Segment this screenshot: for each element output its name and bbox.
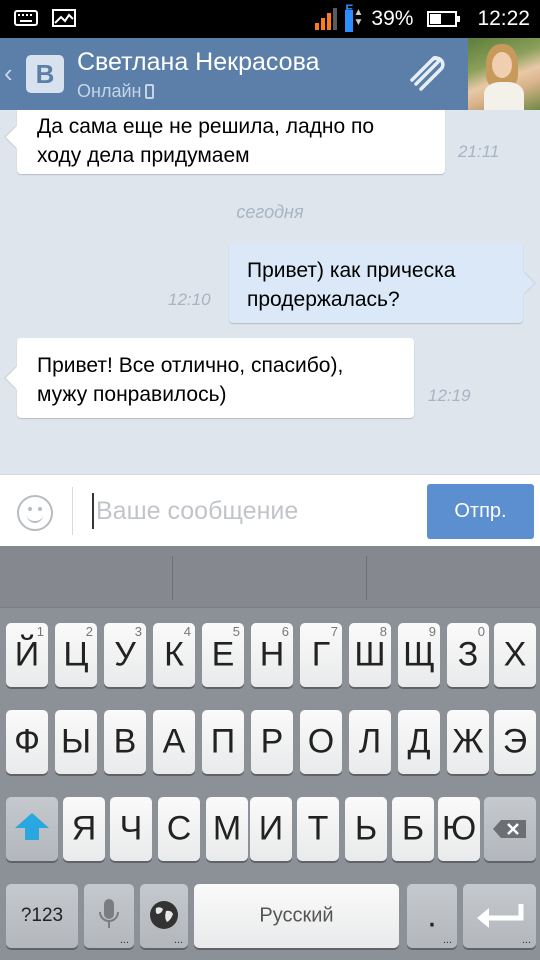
- message-text: ходу дела придумаем: [37, 144, 250, 167]
- suggestion-strip[interactable]: [0, 546, 540, 608]
- message-time: 12:19: [428, 386, 471, 405]
- vk-logo[interactable]: В: [26, 55, 64, 93]
- divider: [72, 487, 73, 535]
- enter-arrow-icon[interactable]: ...: [463, 884, 536, 948]
- message-bubble-outgoing[interactable]: Привет) как прическа продержалась?: [229, 243, 523, 323]
- key-5[interactable]: Е5: [202, 623, 244, 687]
- key-1[interactable]: Й1: [6, 623, 48, 687]
- key-20[interactable]: Д: [398, 710, 440, 774]
- key-29[interactable]: Ь: [345, 797, 387, 861]
- key-31[interactable]: Ю: [438, 797, 480, 861]
- send-button[interactable]: Отпр.: [427, 484, 534, 539]
- key-12[interactable]: Ф: [6, 710, 48, 774]
- battery-icon: [427, 11, 461, 27]
- key-9[interactable]: Щ9: [398, 623, 440, 687]
- contact-avatar[interactable]: [468, 38, 540, 112]
- contact-status: Онлайн: [77, 81, 155, 102]
- key-26[interactable]: М: [206, 797, 248, 861]
- globe-icon[interactable]: ...: [140, 884, 188, 948]
- key-21[interactable]: Ж: [447, 710, 489, 774]
- key-4[interactable]: К4: [153, 623, 195, 687]
- key-14[interactable]: В: [104, 710, 146, 774]
- key-17[interactable]: Р: [251, 710, 293, 774]
- period-key[interactable]: ....: [407, 884, 457, 948]
- key-28[interactable]: Т: [297, 797, 339, 861]
- symbols-key[interactable]: ?123: [6, 884, 78, 948]
- message-text: мужу понравилось): [37, 383, 227, 406]
- online-status: Онлайн: [77, 81, 142, 101]
- message-time: 12:10: [168, 290, 211, 309]
- shift-icon[interactable]: [6, 797, 58, 861]
- contact-name[interactable]: Светлана Некрасова: [77, 48, 319, 77]
- keyboard-notification-icon: [14, 10, 38, 26]
- message-list[interactable]: Да сама еще не решила, ладно по ходу дел…: [0, 110, 540, 474]
- key-25[interactable]: С: [158, 797, 200, 861]
- key-22[interactable]: Э: [494, 710, 536, 774]
- key-16[interactable]: П: [202, 710, 244, 774]
- key-27[interactable]: И: [250, 797, 292, 861]
- network-type-icon: E ▲ ▼: [345, 2, 363, 32]
- message-time: 21:11: [458, 142, 500, 161]
- battery-percent: 39%: [371, 7, 414, 30]
- date-separator: сегодня: [236, 202, 304, 222]
- microphone-icon[interactable]: ...: [84, 884, 134, 948]
- space-key[interactable]: Русский: [194, 884, 399, 948]
- smiley-icon[interactable]: [17, 495, 53, 531]
- key-7[interactable]: Г7: [300, 623, 342, 687]
- key-10[interactable]: З0: [447, 623, 489, 687]
- message-bubble-incoming[interactable]: Привет! Все отлично, спасибо), мужу понр…: [17, 338, 414, 418]
- message-text: Да сама еще не решила, ладно по: [37, 115, 375, 138]
- message-text: Привет) как прическа: [247, 259, 456, 282]
- key-18[interactable]: О: [300, 710, 342, 774]
- clock: 12:22: [477, 7, 530, 30]
- message-text: продержалась?: [247, 288, 400, 311]
- key-2[interactable]: Ц2: [55, 623, 97, 687]
- soft-keyboard: Й1 Ц2 У3 К4 Е5 Н6 Г7 Ш8 Щ9 З0 Х Ф Ы В А …: [0, 546, 540, 960]
- key-23[interactable]: Я: [63, 797, 105, 861]
- status-bar: E ▲ ▼ 39% 12:22: [0, 0, 540, 38]
- message-bubble-incoming[interactable]: Да сама еще не решила, ладно по ходу дел…: [17, 110, 445, 174]
- key-15[interactable]: А: [153, 710, 195, 774]
- mobile-phone-icon: [145, 84, 155, 99]
- key-3[interactable]: У3: [104, 623, 146, 687]
- key-30[interactable]: Б: [392, 797, 434, 861]
- gallery-notification-icon: [52, 9, 76, 27]
- message-input[interactable]: [92, 493, 412, 529]
- message-text: Привет! Все отлично, спасибо),: [37, 354, 344, 377]
- chevron-left-icon[interactable]: ‹: [4, 58, 13, 89]
- key-6[interactable]: Н6: [251, 623, 293, 687]
- message-composer: Отпр.: [0, 474, 540, 546]
- key-8[interactable]: Ш8: [349, 623, 391, 687]
- key-19[interactable]: Л: [349, 710, 391, 774]
- signal-bars-icon: [315, 8, 338, 30]
- backspace-icon[interactable]: [484, 797, 536, 861]
- paperclip-icon[interactable]: [402, 54, 450, 94]
- key-24[interactable]: Ч: [110, 797, 152, 861]
- chat-header: ‹ В Светлана Некрасова Онлайн: [0, 38, 540, 112]
- notification-icons: [14, 8, 76, 28]
- key-13[interactable]: Ы: [55, 710, 97, 774]
- key-11[interactable]: Х: [494, 623, 536, 687]
